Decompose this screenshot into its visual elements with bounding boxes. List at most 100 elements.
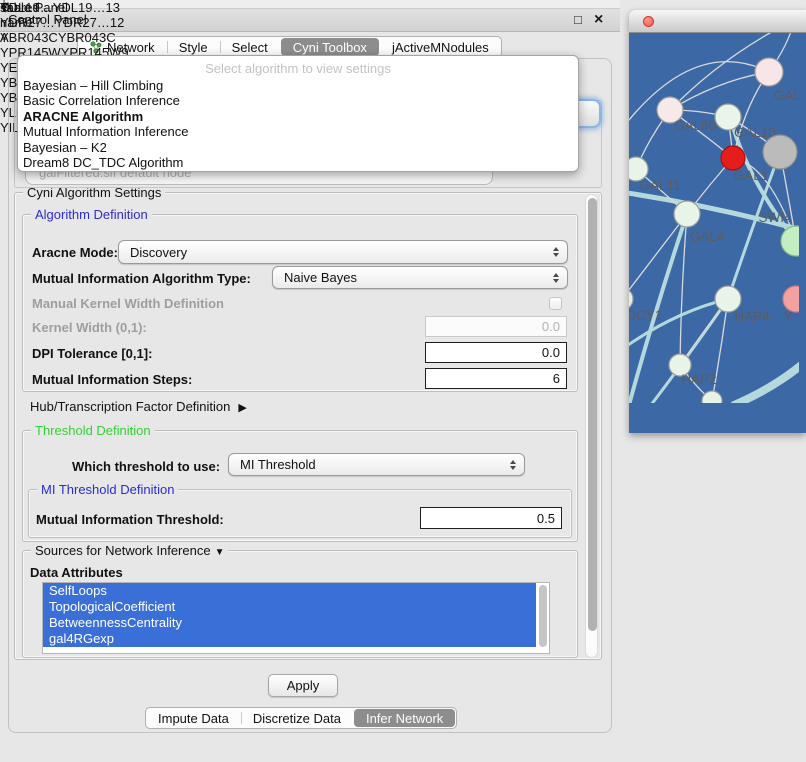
dpi-tolerance-field[interactable]: 0.0 [425,342,567,363]
network-node-gcy1[interactable] [629,288,633,310]
data-attribute-selfloops[interactable]: SelfLoops [43,583,536,599]
data-attributes-label: Data Attributes [30,565,123,580]
app-root: Control Panel □ × NetworkStyleSelectCyni… [0,0,806,762]
algorithm-option-bayesian-k2[interactable]: Bayesian – K2 [18,140,578,155]
network-node-unlabeled[interactable] [763,135,797,169]
network-view-window[interactable]: GALGAL80GAL10GAL1GAL11GAL4SWI4GCY1HAP4YH… [629,10,806,433]
table-cell: YBR043C [0,30,58,45]
network-edge [734,362,799,403]
tab-label: Infer Network [366,711,443,726]
data-attribute-gal4rgexp[interactable]: gal4RGexp [43,631,536,647]
algorithm-option-bayesian-hill-climbing[interactable]: Bayesian – Hill Climbing [18,78,578,93]
network-node-swi4[interactable] [781,226,799,256]
apply-button-label: Apply [287,678,320,693]
threshold-definition-title: Threshold Definition [31,423,155,438]
table-cell: YBR043C [58,30,116,45]
node-label-gal11: GAL11 [639,178,680,193]
table-row[interactable]: YDR27…YDR27…12 [0,15,132,30]
tab-cyni-toolbox[interactable]: Cyni Toolbox [281,38,379,56]
tab-impute-data[interactable]: Impute Data [146,708,241,728]
network-node-gal4[interactable] [674,201,700,227]
network-graph: GALGAL80GAL10GAL1GAL11GAL4SWI4GCY1HAP4YH… [629,10,799,403]
table-cell: 12 [110,15,124,30]
mi-threshold-field[interactable]: 0.5 [420,507,562,529]
close-traffic-light-icon[interactable] [643,16,654,27]
mi-steps-label: Mutual Information Steps: [32,372,192,387]
network-node-unlabeled[interactable] [702,391,722,403]
settings-scrollbar[interactable] [585,194,598,658]
node-label-hap4: HAP4 [734,309,770,324]
zoom-traffic-light-icon[interactable] [629,16,640,27]
node-label-swi4: SWI4 [758,210,791,225]
mi-type-combo[interactable]: Naive Bayes [272,266,568,289]
minimize-traffic-light-icon[interactable] [662,16,673,27]
network-window-titlebar[interactable] [629,10,806,33]
node-label-hap2: HAP2 [681,372,716,387]
hub-definition-disclosure[interactable]: Hub/Transcription Factor Definition ▶ [30,399,247,414]
float-window-icon[interactable]: □ [574,9,582,31]
network-node-gal1[interactable] [721,146,745,170]
tab-discretize-data[interactable]: Discretize Data [241,708,353,728]
mi-threshold-definition-title: MI Threshold Definition [37,482,178,497]
data-attribute-betweennesscentrality[interactable]: BetweennessCentrality [43,615,536,631]
table-row[interactable]: YBR043CYBR043C [0,30,132,45]
network-edge [629,214,687,299]
collapse-down-icon: ▼ [215,547,225,558]
data-attributes-list[interactable]: SelfLoopsTopologicalCoefficientBetweenne… [42,582,550,654]
algorithm-option-dream8-dc-tdc-algorithm[interactable]: Dream8 DC_TDC Algorithm [18,155,578,170]
expand-right-icon: ▶ [238,402,246,414]
mi-steps-value: 6 [553,371,560,386]
tab-label: jActiveMNodules [392,40,489,55]
manual-kernel-checkbox[interactable] [549,297,562,310]
table-cell: YDR27… [0,15,55,30]
mi-steps-field[interactable]: 6 [425,368,567,389]
node-label-y: Y [783,309,792,324]
tab-label: Cyni Toolbox [293,40,367,55]
kernel-width-field[interactable]: 0.0 [425,316,567,337]
which-threshold-value: MI Threshold [240,457,316,472]
node-label-gal80: GAL80 [674,118,716,133]
algorithm-option-mutual-information-inference[interactable]: Mutual Information Inference [18,124,578,139]
tab-label: Discretize Data [253,711,341,726]
tab-jactivemnodules[interactable]: jActiveMNodules [380,37,501,57]
settings-scrollbar-thumb[interactable] [588,198,597,631]
tab-label: Style [179,40,208,55]
spinner-arrows-icon [553,247,559,257]
algorithm-option-basic-correlation-inference[interactable]: Basic Correlation Inference [18,93,578,108]
which-threshold-label: Which threshold to use: [72,459,220,474]
apply-button[interactable]: Apply [268,674,338,697]
node-label-gal4: GAL4 [690,229,725,244]
mi-threshold-value: 0.5 [537,511,555,526]
tab-label: Impute Data [158,711,229,726]
table-cell: YDR27… [55,15,110,30]
network-node-gal[interactable] [755,58,783,86]
algorithm-definition-title: Algorithm Definition [31,207,152,222]
algorithm-option-aracne-algorithm[interactable]: ARACNE Algorithm [18,109,578,124]
tab-select[interactable]: Select [220,37,280,57]
close-icon[interactable]: × [594,9,603,31]
mi-type-value: Naive Bayes [284,270,357,285]
node-label-gal1: GAL1 [734,168,769,183]
popup-hint: Select algorithm to view settings [18,61,578,78]
sources-group-title[interactable]: Sources for Network Inference ▼ [31,543,228,558]
tab-infer-network[interactable]: Infer Network [354,709,455,727]
tab-label: Select [232,40,268,55]
dpi-tolerance-value: 0.0 [542,345,560,360]
popup-item-list: Bayesian – Hill ClimbingBasic Correlatio… [18,78,578,170]
manual-kernel-label: Manual Kernel Width Definition [32,296,224,311]
aracne-mode-label: Aracne Mode: [32,245,118,260]
network-canvas[interactable]: GALGAL80GAL10GAL1GAL11GAL4SWI4GCY1HAP4YH… [629,10,806,406]
table-row[interactable]: YDL19…YDL19…13 [0,0,132,15]
data-attribute-topologicalcoefficient[interactable]: TopologicalCoefficient [43,599,536,615]
algorithm-dropdown-popup: Select algorithm to view settings Bayesi… [17,55,579,172]
table-cell: 13 [106,0,120,15]
sources-title-text: Sources for Network Inference [35,543,211,558]
attr-list-scrollbar-thumb[interactable] [539,585,547,647]
mi-type-label: Mutual Information Algorithm Type: [32,271,251,286]
table-cell: YDL19… [53,0,106,15]
which-threshold-combo[interactable]: MI Threshold [228,453,525,476]
hub-definition-label: Hub/Transcription Factor Definition [30,399,230,414]
attr-list-scrollbar[interactable] [537,583,549,651]
aracne-mode-combo[interactable]: Discovery [118,240,568,264]
tab-style[interactable]: Style [167,37,220,57]
